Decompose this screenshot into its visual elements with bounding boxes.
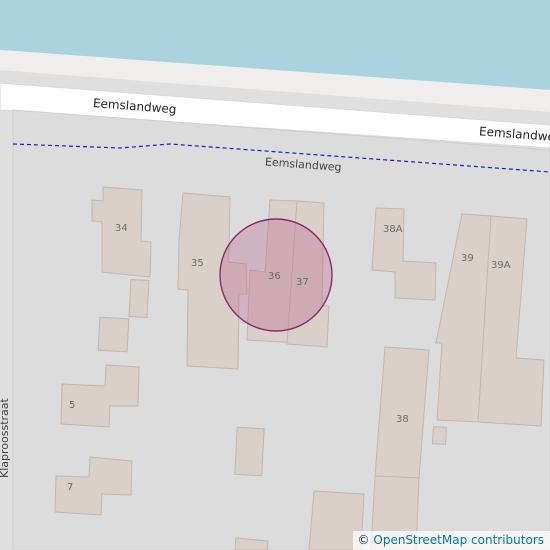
house-number-39: 39 [461, 253, 474, 264]
house-number-38: 38 [396, 414, 409, 425]
map-attribution: © OpenStreetMap contributors [352, 531, 550, 550]
house-number-38A: 38A [383, 224, 403, 235]
side-street-label: Klaproosstraat [0, 397, 11, 478]
house-number-35: 35 [191, 258, 204, 269]
house-number-5: 5 [69, 400, 75, 411]
house-number-39A: 39A [491, 260, 511, 271]
building-38 [374, 346, 430, 479]
house-number-7: 7 [67, 482, 73, 493]
building-small-b [97, 316, 130, 353]
house-number-36: 36 [268, 271, 281, 282]
building-small-a [128, 279, 150, 318]
building-small-d [234, 426, 265, 477]
map-canvas[interactable]: 34 35 36 37 38A 39 39A 38 5 7 Eemslandwe… [0, 0, 550, 550]
house-number-34: 34 [115, 223, 128, 234]
building-small-c [432, 426, 447, 445]
openstreetmap-link[interactable]: OpenStreetMap contributors [373, 533, 544, 547]
house-number-37: 37 [296, 277, 309, 288]
copyright-symbol: © [357, 533, 370, 547]
